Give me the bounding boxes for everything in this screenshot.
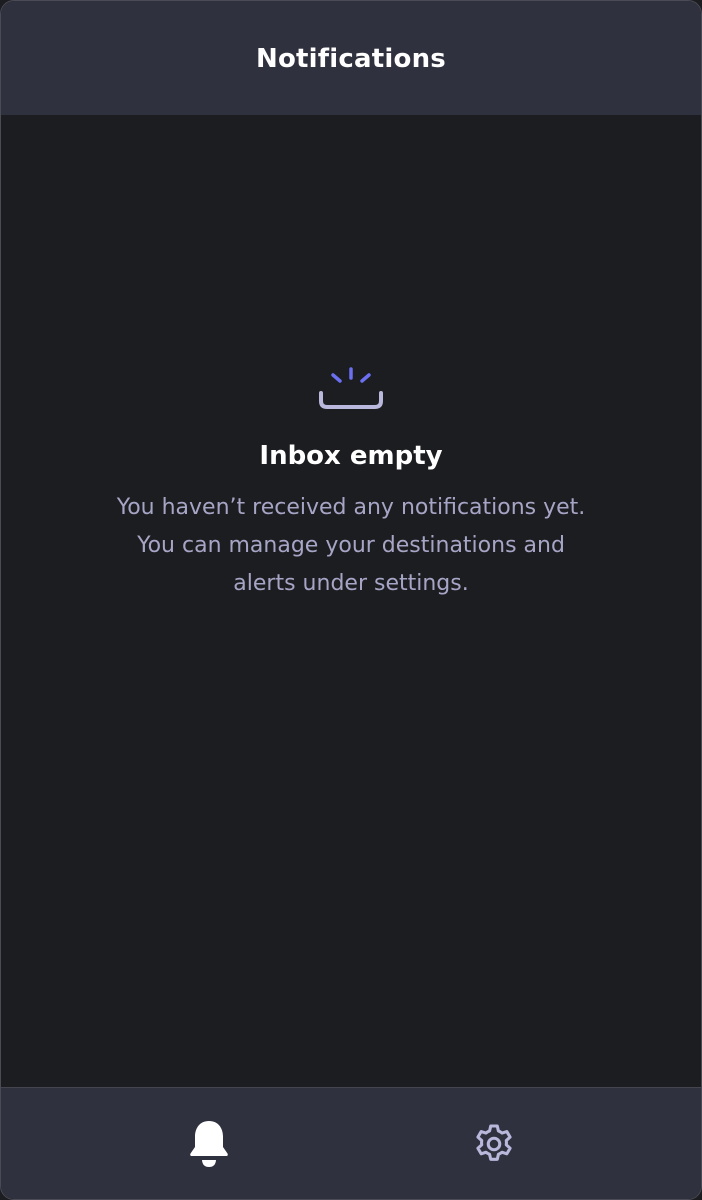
tab-settings[interactable] bbox=[468, 1118, 520, 1170]
notification-list: Inbox empty You haven’t received any not… bbox=[1, 115, 701, 1087]
empty-state-title: Inbox empty bbox=[259, 441, 443, 471]
tab-notifications[interactable] bbox=[183, 1118, 235, 1170]
empty-state-message: You haven’t received any notifications y… bbox=[71, 489, 631, 603]
empty-state-line: You haven’t received any notifications y… bbox=[116, 495, 586, 520]
empty-state: Inbox empty You haven’t received any not… bbox=[1, 367, 701, 603]
notifications-panel: Notifications Inbox empty You haven’t re… bbox=[0, 0, 702, 1200]
empty-state-line: alerts under settings. bbox=[233, 571, 469, 596]
empty-state-line: You can manage your destinations and bbox=[137, 533, 565, 558]
header-bar: Notifications bbox=[1, 1, 701, 115]
bell-icon bbox=[190, 1121, 228, 1167]
inbox-empty-icon bbox=[319, 367, 383, 409]
page-title: Notifications bbox=[256, 44, 446, 74]
bottom-nav bbox=[1, 1087, 701, 1199]
gear-icon bbox=[476, 1124, 512, 1161]
